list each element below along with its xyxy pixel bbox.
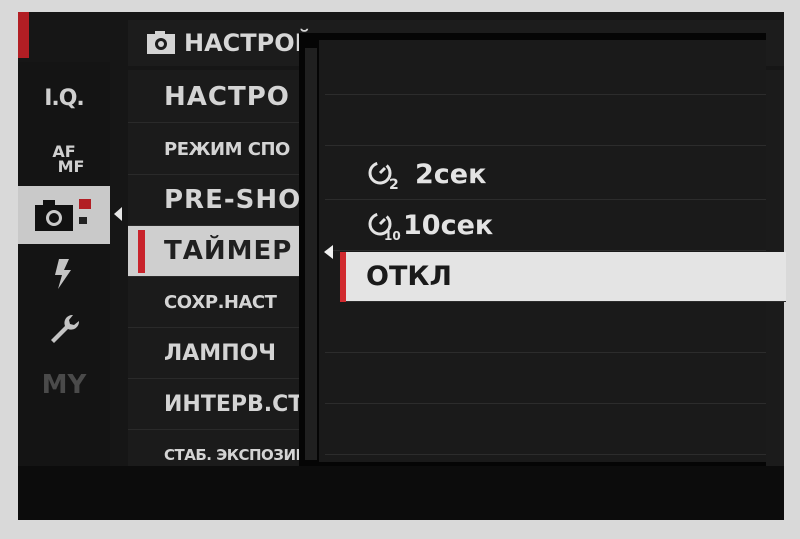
tab-iq[interactable]: I.Q. [18,74,110,122]
menu-tabs-sidebar: I.Q. AF MF MY [18,62,110,508]
menu-item-self-timer[interactable]: ТАЙМЕР [128,226,328,277]
camera-header-icon [147,31,175,54]
popup-option-label: ОТКЛ [366,261,452,292]
menu-item-label: СОХР.НАСТ [164,291,277,313]
mf-label: MF [57,157,85,176]
svg-text:2: 2 [389,177,399,190]
popup-option-off[interactable]: ОТКЛ [340,252,786,302]
iq-icon: I.Q. [44,85,85,111]
wrench-icon [51,314,80,343]
svg-text:10: 10 [384,229,401,241]
popup-option-10s[interactable]: 10 10сек [325,201,766,251]
menu-item-label: СТАБ. ЭКСПОЗИЦ [164,446,309,464]
popup-option-label: 2сек [415,159,487,190]
menu-item-settings[interactable]: НАСТРО [128,72,328,123]
menu-item-label: ЛАМПОЧ [164,340,277,366]
popup-option-empty [325,405,766,455]
red-indicator [18,12,29,58]
popup-option-empty [325,45,766,95]
popup-option-empty [325,96,766,146]
tab-pointer-arrow [114,207,122,221]
menu-item-pre-shot[interactable]: PRE-SHO [128,175,328,226]
menu-item-label: ТАЙМЕР [164,236,293,266]
menu-item-label: ИНТЕРВ.СТ [164,391,304,417]
menu-item-label: PRE-SHO [164,185,302,215]
menu-item-drive-mode[interactable]: РЕЖИМ СПО [128,124,328,175]
popup-option-2s[interactable]: 2 2сек [325,150,766,200]
camera-icon [35,199,91,231]
option-pointer-arrow [324,245,333,259]
screen-bottom-strip [18,466,784,520]
tab-setup[interactable] [18,302,110,356]
timer-10s-icon: 10 [368,212,401,241]
timer-2s-icon: 2 [368,161,399,190]
popup-divider [305,48,317,460]
tab-flash[interactable] [18,248,110,300]
menu-item-label: РЕЖИМ СПО [164,138,290,160]
menu-item-lamp[interactable]: ЛАМПОЧ [128,328,328,379]
popup-option-empty [325,303,766,353]
my-menu-icon: MY [41,370,87,400]
popup-option-empty [325,354,766,404]
popup-option-label: 10сек [403,210,494,241]
tab-af-mf[interactable]: AF MF [18,130,110,188]
tab-my-menu[interactable]: MY [18,358,110,412]
menu-item-save-settings[interactable]: СОХР.НАСТ [128,277,328,328]
menu-item-interval[interactable]: ИНТЕРВ.СТ [128,379,328,430]
flash-icon [55,259,71,289]
menu-item-label: НАСТРО [164,82,290,112]
tab-shooting-settings[interactable] [18,186,110,244]
